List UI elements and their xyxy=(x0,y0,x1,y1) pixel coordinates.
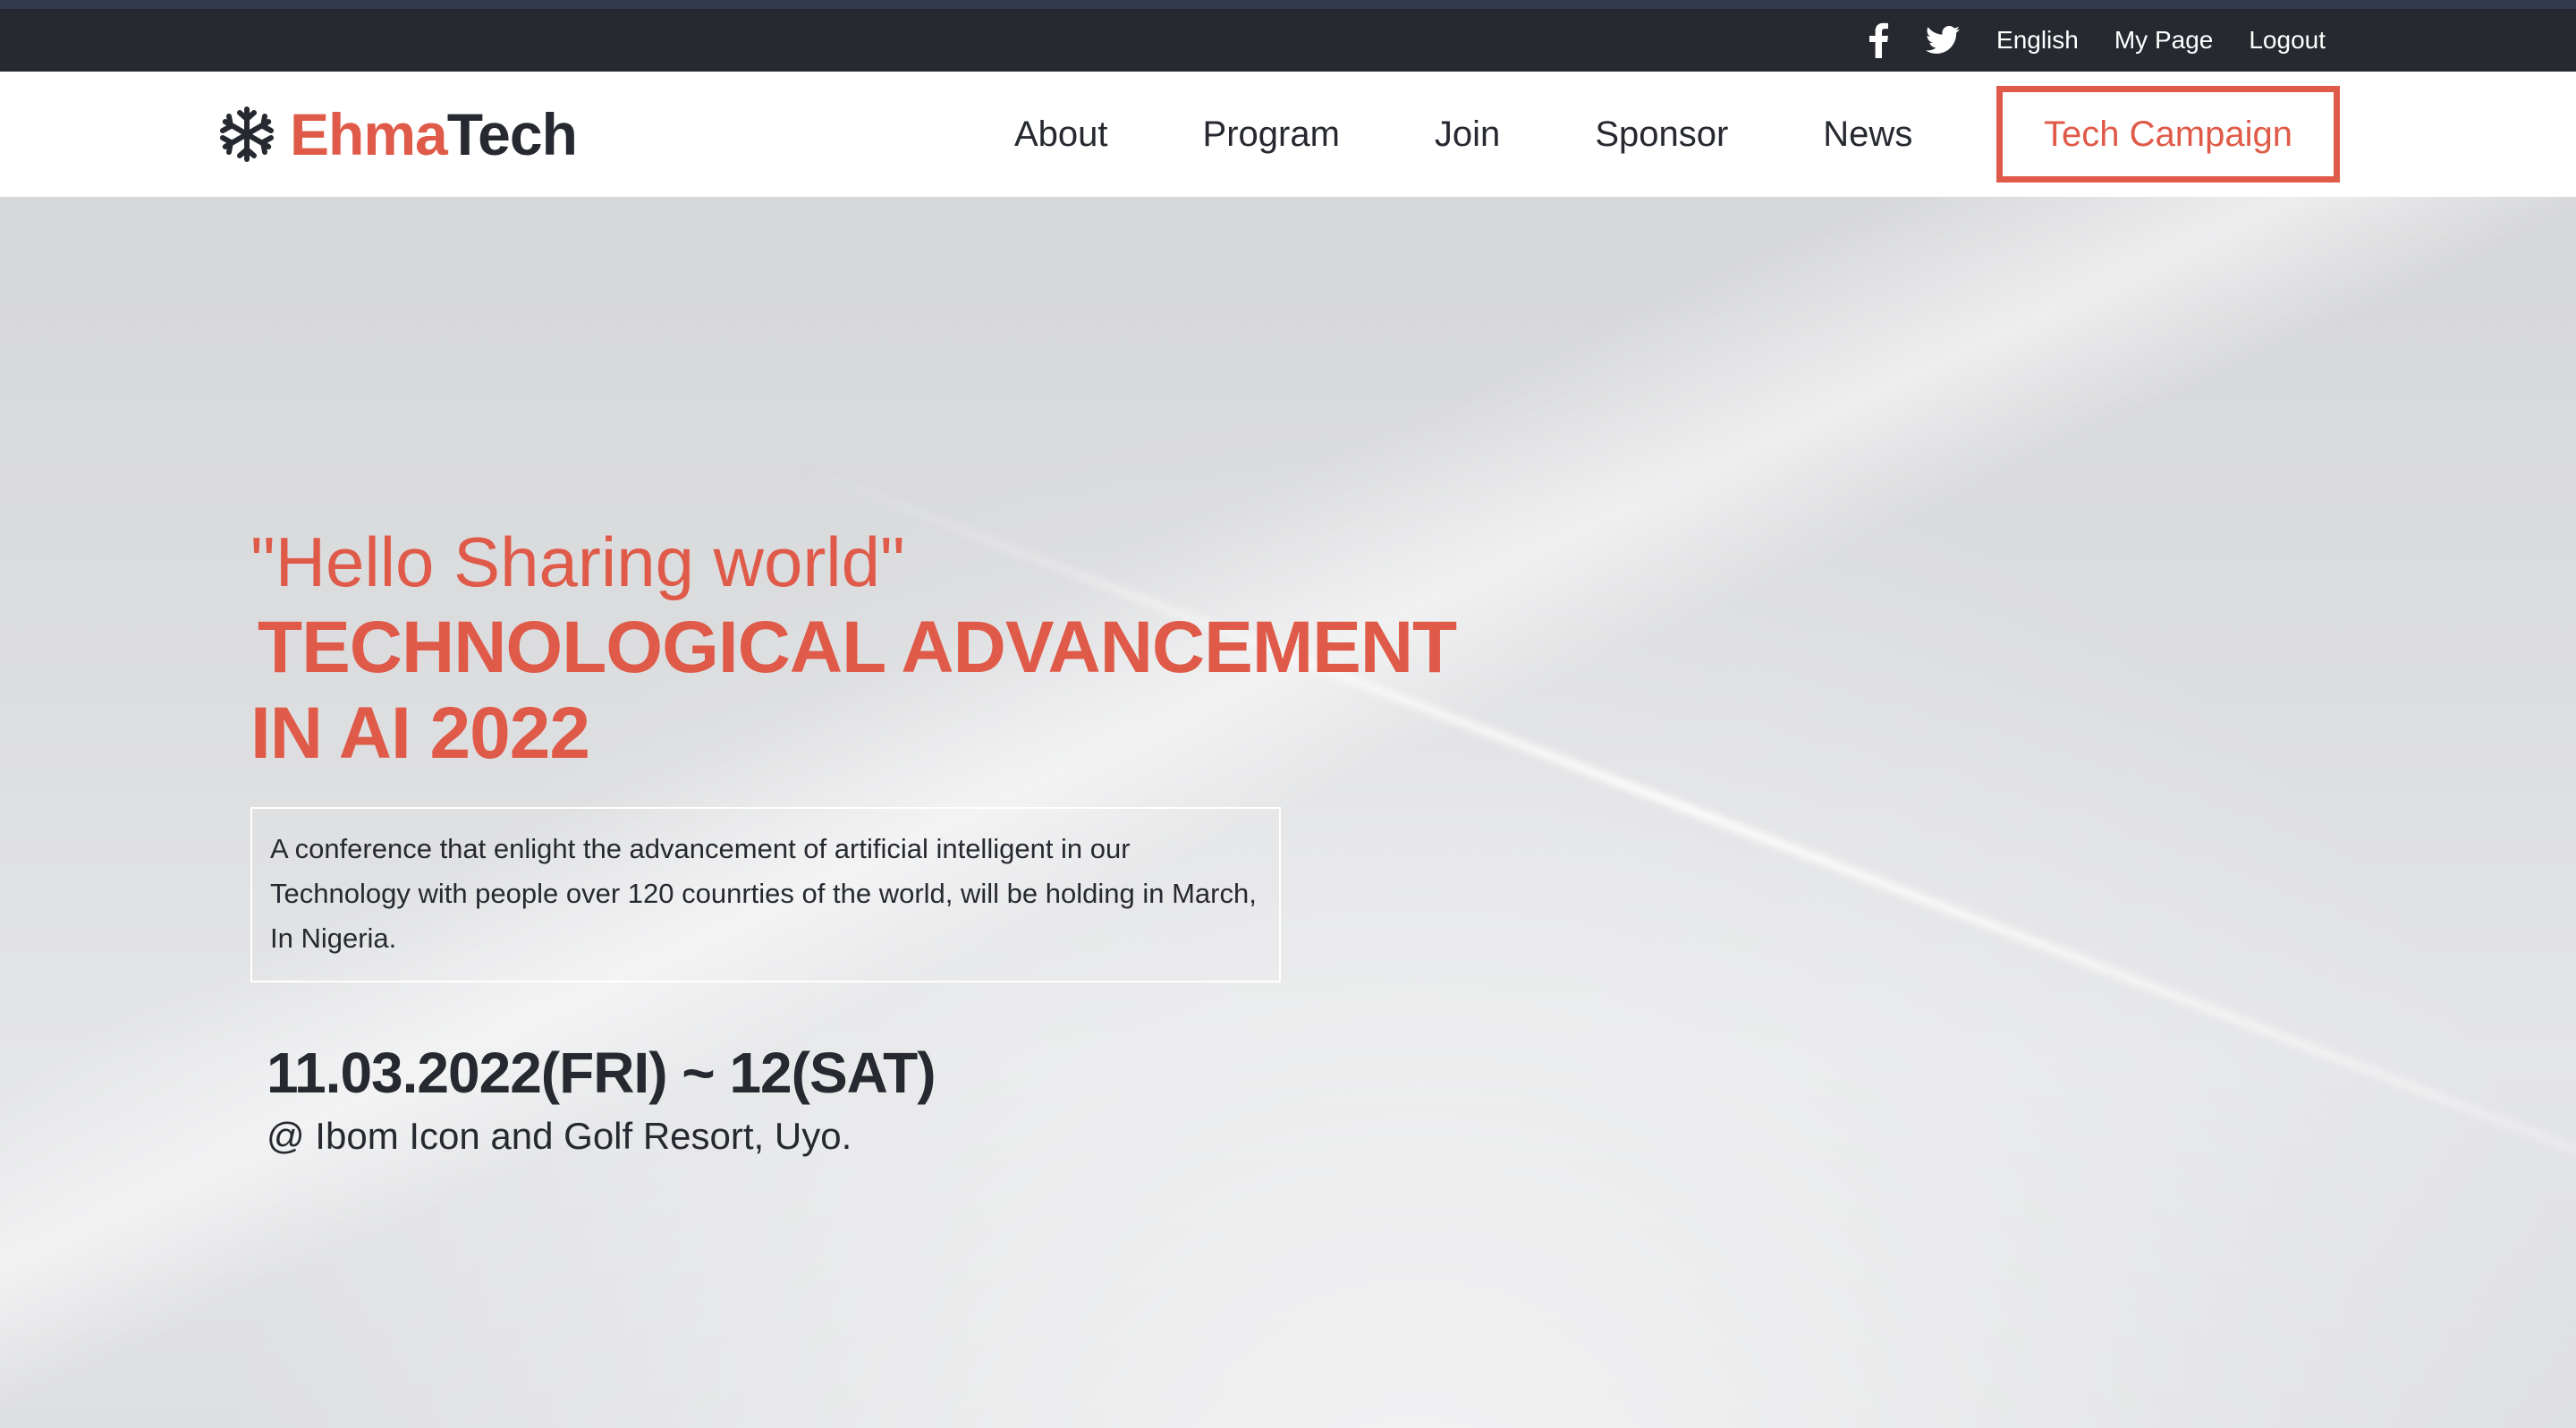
nav-item-sponsor[interactable]: Sponsor xyxy=(1595,115,1728,155)
facebook-icon[interactable] xyxy=(1869,22,1889,58)
hero-content: "Hello Sharing world" TECHNOLOGICAL ADVA… xyxy=(250,519,1503,1158)
hero-quote: "Hello Sharing world" xyxy=(250,523,905,601)
brand-logo[interactable]: EhmaTech xyxy=(218,72,578,197)
hero-title: TECHNOLOGICAL ADVANCEMENT IN AI 2022 xyxy=(250,605,1503,777)
brand-name-part2: Tech xyxy=(446,101,578,167)
primary-nav: About Program Join Sponsor News xyxy=(1014,72,1912,197)
my-page-link[interactable]: My Page xyxy=(2114,26,2214,55)
hero-title-line2: IN AI 2022 xyxy=(250,693,590,774)
top-bar-links: English My Page Logout xyxy=(1869,9,2326,72)
hero-description: A conference that enlight the advancemen… xyxy=(250,807,1281,982)
brand-name: EhmaTech xyxy=(290,100,578,168)
nav-item-news[interactable]: News xyxy=(1823,115,1912,155)
tech-campaign-button[interactable]: Tech Campaign xyxy=(1996,86,2340,183)
main-navbar: EhmaTech About Program Join Sponsor News… xyxy=(0,72,2576,197)
nav-item-about[interactable]: About xyxy=(1014,115,1108,155)
nav-item-join[interactable]: Join xyxy=(1435,115,1500,155)
logout-link[interactable]: Logout xyxy=(2249,26,2326,55)
hero-title-line1: TECHNOLOGICAL ADVANCEMENT xyxy=(258,607,1457,688)
hero-section: "Hello Sharing world" TECHNOLOGICAL ADVA… xyxy=(0,197,2576,1428)
event-venue: @ Ibom Icon and Golf Resort, Uyo. xyxy=(267,1115,852,1157)
twitter-icon[interactable] xyxy=(1925,22,1961,58)
language-link[interactable]: English xyxy=(1996,26,2079,55)
snowflake-icon xyxy=(218,106,275,163)
nav-item-program[interactable]: Program xyxy=(1203,115,1340,155)
event-date: 11.03.2022(FRI) ~ 12(SAT) xyxy=(267,1041,936,1105)
brand-name-part1: Ehma xyxy=(290,101,448,167)
top-bar: English My Page Logout xyxy=(0,0,2576,72)
